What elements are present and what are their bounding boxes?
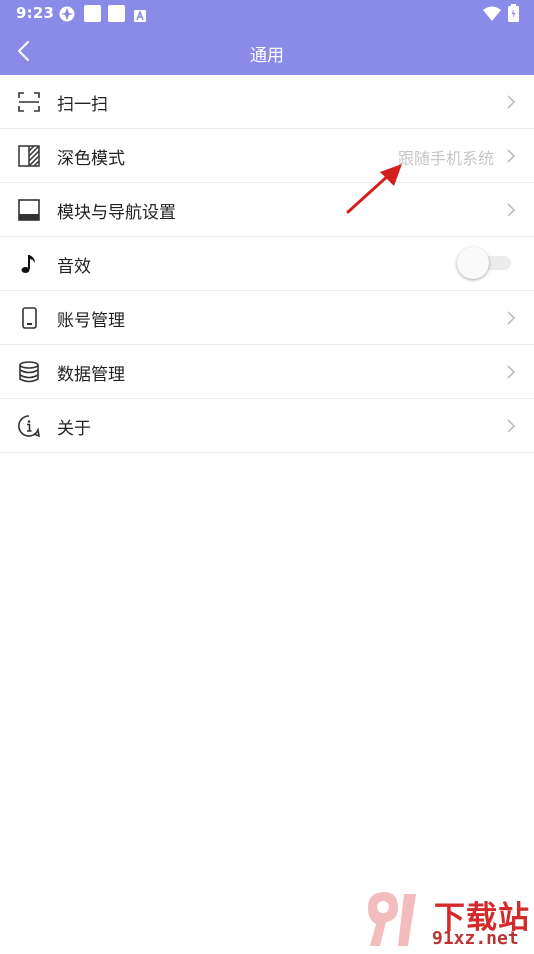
settings-item-data[interactable]: 数据管理 (0, 345, 534, 399)
annotation-arrow-icon (346, 164, 402, 214)
sound-effects-toggle[interactable] (457, 246, 513, 280)
dark-mode-icon (18, 145, 40, 167)
battery-icon (508, 4, 519, 26)
page-title: 通用 (250, 46, 284, 66)
chevron-right-icon (506, 94, 516, 110)
settings-item-about[interactable]: 关于 (0, 399, 534, 453)
settings-item-label: 关于 (57, 419, 91, 439)
settings-item-sound-effects: 音效 (0, 237, 534, 291)
notification-square-icon (84, 5, 101, 26)
settings-item-module-navigation[interactable]: 模块与导航设置 (0, 183, 534, 237)
chevron-right-icon (506, 148, 516, 164)
settings-item-label: 数据管理 (57, 365, 125, 385)
toggle-thumb (457, 247, 489, 279)
settings-item-label: 音效 (57, 257, 91, 277)
settings-item-label: 模块与导航设置 (57, 203, 176, 223)
chevron-right-icon (506, 310, 516, 326)
settings-item-label: 扫一扫 (57, 95, 108, 115)
watermark-url: 91xz.net (432, 928, 519, 949)
settings-item-scan[interactable]: 扫一扫 (0, 75, 534, 129)
status-time: 9:23 (16, 4, 55, 22)
settings-item-label: 深色模式 (57, 149, 125, 169)
app-notification-icon (58, 5, 76, 27)
dark-mode-value: 跟随手机系统 (397, 149, 494, 168)
settings-item-account[interactable]: 账号管理 (0, 291, 534, 345)
wifi-icon (483, 6, 501, 25)
status-bar: 9:23 (0, 0, 534, 27)
database-icon (18, 361, 40, 383)
font-notification-icon (134, 7, 146, 26)
app-bar: 通用 (0, 27, 534, 75)
chevron-right-icon (506, 202, 516, 218)
tablet-layout-icon (18, 199, 40, 221)
notification-square-icon (108, 5, 125, 26)
phone-icon (18, 307, 40, 329)
chevron-right-icon (506, 364, 516, 380)
settings-item-label: 账号管理 (57, 311, 125, 331)
watermark-logo-icon (368, 892, 416, 946)
info-icon (18, 415, 41, 438)
settings-item-dark-mode[interactable]: 深色模式 跟随手机系统 (0, 129, 534, 183)
settings-list: 扫一扫 深色模式 跟随手机系统 模块与导航设置 音效 账号管理 数据管理 关于 (0, 75, 534, 453)
chevron-right-icon (506, 418, 516, 434)
scan-icon (18, 91, 40, 113)
music-note-icon (18, 253, 40, 275)
